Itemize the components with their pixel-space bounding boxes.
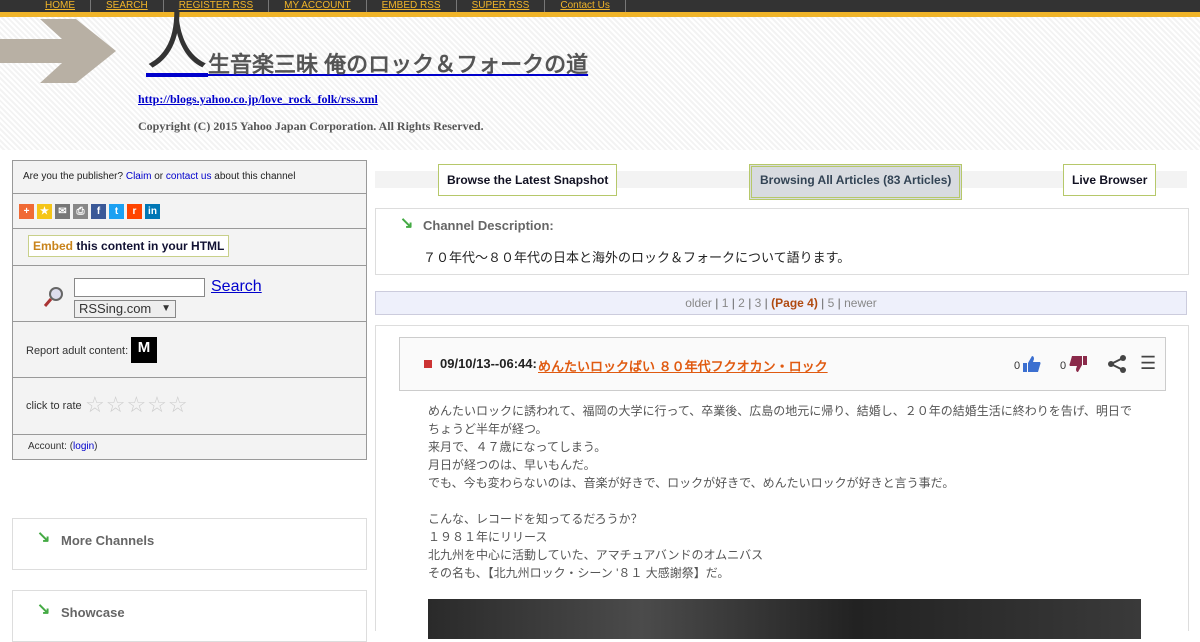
- arrow-down-right-icon: ↘: [37, 529, 51, 546]
- article-line: でも、今も変わらないのは、音楽が好きで、ロックが好きで、めんたいロックが好きと言…: [428, 476, 955, 490]
- arrow-down-right-icon: ↘: [400, 215, 414, 232]
- adult-report-label: Report adult content:: [26, 345, 129, 357]
- article-title-link[interactable]: めんたいロックばい ８０年代フクオカン・ロック: [538, 356, 828, 375]
- nav-contact-us[interactable]: Contact Us: [545, 0, 626, 12]
- favorite-star-icon[interactable]: ★: [37, 203, 52, 219]
- email-icon[interactable]: ✉: [55, 203, 70, 219]
- channel-header: 人 生音楽三昧 俺のロック＆フォークの道 http://blogs.yahoo.…: [0, 11, 1200, 150]
- dislike-count: 0: [1060, 360, 1067, 372]
- pager-page-3[interactable]: 3: [755, 296, 762, 310]
- claim-link[interactable]: Claim: [126, 171, 152, 182]
- print-icon[interactable]: ⎙: [73, 203, 88, 219]
- embed-highlight: Embed: [33, 239, 74, 253]
- article-line: 来月で、４７歳になってしまう。: [428, 440, 607, 454]
- pager-older[interactable]: older: [685, 296, 712, 310]
- account-row: Account: (login): [13, 435, 366, 459]
- addthis-icon[interactable]: +: [19, 203, 34, 219]
- showcase-panel: ↘ Showcase: [12, 590, 367, 642]
- left-sidebar: Are you the publisher? Claim or contact …: [12, 160, 367, 460]
- facebook-icon[interactable]: f: [91, 203, 106, 219]
- channel-title[interactable]: 生音楽三昧 俺のロック＆フォークの道: [208, 47, 588, 79]
- login-link[interactable]: login: [73, 441, 94, 452]
- feed-url-link[interactable]: http://blogs.yahoo.co.jp/love_rock_folk/…: [138, 92, 378, 107]
- copyright-text: Copyright (C) 2015 Yahoo Japan Corporati…: [138, 119, 484, 133]
- nav-embed-rss[interactable]: EMBED RSS: [367, 0, 457, 12]
- embed-button[interactable]: Embed this content in your HTML: [28, 235, 230, 257]
- nav-my-account[interactable]: MY ACCOUNT: [269, 0, 367, 12]
- pager-newer[interactable]: newer: [844, 296, 877, 310]
- linkedin-icon[interactable]: in: [145, 203, 160, 219]
- channel-logo-glyph: 人: [146, 5, 209, 78]
- publisher-suffix: about this channel: [214, 171, 296, 182]
- article-card: 09/10/13--06:44: めんたいロックばい ８０年代フクオカン・ロック…: [375, 325, 1189, 639]
- pager-page-1[interactable]: 1: [722, 296, 729, 310]
- publisher-row: Are you the publisher? Claim or contact …: [13, 161, 366, 194]
- search-scope-value: RSSing.com: [79, 301, 152, 316]
- article-line: [428, 492, 1158, 510]
- tab-latest-snapshot[interactable]: Browse the Latest Snapshot: [438, 164, 618, 196]
- rate-label: click to rate: [26, 400, 82, 412]
- nav-home[interactable]: HOME: [30, 0, 91, 12]
- embed-row: Embed this content in your HTML: [13, 229, 366, 266]
- contact-us-link[interactable]: contact us: [166, 171, 212, 182]
- tab-live-browser[interactable]: Live Browser: [1063, 164, 1157, 196]
- browse-tabs: Browse the Latest Snapshot Browsing All …: [375, 160, 1187, 204]
- account-label: Account: (: [28, 441, 74, 452]
- pager-page-2[interactable]: 2: [738, 296, 745, 310]
- like-count: 0: [1014, 360, 1021, 372]
- arrow-down-right-icon: ↘: [37, 601, 51, 618]
- like-control[interactable]: 0: [1014, 356, 1041, 372]
- embed-text: this content in your HTML: [76, 239, 225, 253]
- article-line: 月日が経つのは、早いもんだ。: [428, 458, 596, 472]
- description-text: ７０年代～８０年代の日本と海外のロック＆フォークについて語ります。: [423, 250, 851, 265]
- search-scope-select[interactable]: RSSing.com ▼: [74, 300, 176, 318]
- reddit-icon[interactable]: r: [127, 203, 142, 219]
- rating-row: click to rate ☆☆☆☆☆: [13, 378, 366, 435]
- article-line: めんたいロックに誘われて、福岡の大学に行って、卒業後、広島の地元に帰り、結婚し、…: [428, 404, 1132, 418]
- showcase-heading[interactable]: Showcase: [61, 605, 125, 620]
- more-channels-heading[interactable]: More Channels: [61, 533, 154, 548]
- description-label: Channel Description:: [423, 218, 554, 233]
- article-line: その名も、【北九州ロック・シーン '８１ 大感謝祭】だ。: [428, 566, 730, 580]
- channel-description: ↘ Channel Description: ７０年代～８０年代の日本と海外のロ…: [375, 208, 1189, 275]
- tab-all-articles[interactable]: Browsing All Articles (83 Articles): [749, 164, 963, 200]
- pager-current: (Page 4): [771, 296, 818, 310]
- share-bar: + ★ ✉ ⎙ f t r in: [13, 194, 366, 229]
- mature-badge-icon[interactable]: M: [131, 337, 157, 363]
- article-body: めんたいロックに誘われて、福岡の大学に行って、卒業後、広島の地元に帰り、結婚し、…: [428, 402, 1158, 582]
- hamburger-menu-icon[interactable]: ☰: [1140, 354, 1156, 372]
- record-cover-image: [428, 599, 1141, 639]
- thumbs-down-icon: [1069, 356, 1088, 372]
- pager-page-5[interactable]: 5: [828, 296, 835, 310]
- article-line: １９８１年にリリース: [428, 530, 548, 544]
- article-line: ちょうど半年が経つ。: [428, 422, 548, 436]
- account-close: ): [94, 441, 98, 452]
- twitter-icon[interactable]: t: [109, 203, 124, 219]
- dislike-control[interactable]: 0: [1060, 356, 1088, 372]
- article-line: こんな、レコードを知ってるだろうか？: [428, 512, 643, 526]
- more-channels-panel: ↘ More Channels: [12, 518, 367, 570]
- rating-stars[interactable]: ☆☆☆☆☆: [85, 392, 189, 418]
- pagination: older | 1 | 2 | 3 | (Page 4) | 5 | newer: [375, 291, 1187, 315]
- bullet-icon: [424, 360, 432, 368]
- article-header: 09/10/13--06:44: めんたいロックばい ８０年代フクオカン・ロック…: [399, 337, 1166, 391]
- nav-super-rss[interactable]: SUPER RSS: [457, 0, 546, 12]
- dropdown-triangle-icon: ▼: [161, 303, 171, 314]
- article-date: 09/10/13--06:44:: [440, 356, 537, 371]
- search-button[interactable]: Search: [211, 278, 262, 296]
- search-row: Search RSSing.com ▼: [13, 266, 366, 322]
- share-icon[interactable]: [1107, 354, 1127, 374]
- arrow-right-icon: [0, 19, 116, 83]
- publisher-prefix: Are you the publisher?: [23, 171, 124, 182]
- magnifier-icon: [43, 287, 63, 307]
- thumbs-up-icon: [1023, 356, 1041, 372]
- search-input[interactable]: [74, 278, 205, 297]
- or-text: or: [154, 171, 164, 182]
- adult-report-row: Report adult content: M: [13, 322, 366, 378]
- article-line: 北九州を中心に活動していた、アマチュアバンドのオムニバス: [428, 548, 764, 562]
